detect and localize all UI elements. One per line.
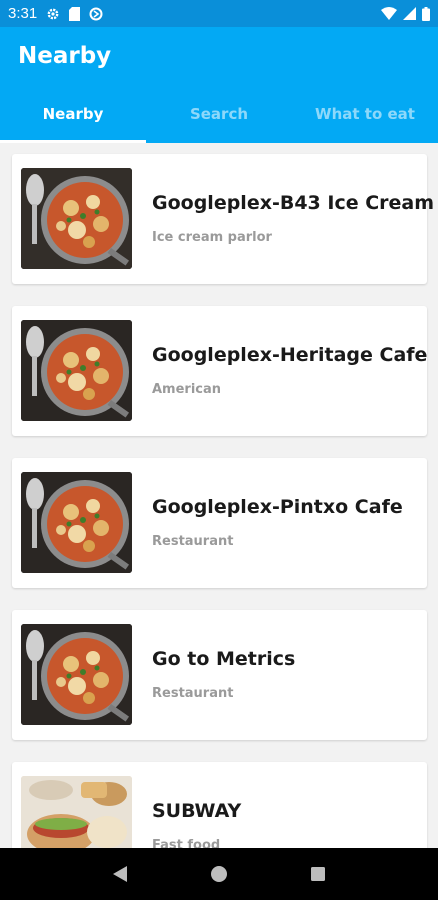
place-name: Go to Metrics bbox=[152, 648, 296, 670]
data-saver-icon bbox=[89, 7, 103, 21]
tab-what-to-eat[interactable]: What to eat bbox=[292, 85, 438, 143]
signal-icon bbox=[403, 7, 416, 20]
place-name: SUBWAY bbox=[152, 800, 242, 822]
status-bar: 3:31 bbox=[0, 0, 438, 27]
place-image bbox=[21, 624, 132, 725]
place-name: Googleplex-B43 Ice Cream bbox=[152, 192, 435, 214]
place-image bbox=[21, 776, 132, 848]
recents-icon[interactable] bbox=[303, 859, 333, 889]
place-category: Fast food bbox=[152, 838, 221, 848]
place-image bbox=[21, 320, 132, 421]
system-nav-bar bbox=[0, 848, 438, 900]
place-image bbox=[21, 472, 132, 573]
app-bar: Nearby Nearby Search What to eat bbox=[0, 27, 438, 143]
place-category: Ice cream parlor bbox=[152, 230, 272, 245]
place-card[interactable]: Googleplex-Heritage Cafe American bbox=[12, 306, 427, 436]
tab-search[interactable]: Search bbox=[146, 85, 292, 143]
place-card[interactable]: Googleplex-B43 Ice Cream Ice cream parlo… bbox=[12, 154, 434, 284]
place-card[interactable]: Googleplex-Pintxo Cafe Restaurant bbox=[12, 458, 427, 588]
place-card[interactable]: Go to Metrics Restaurant bbox=[12, 610, 427, 740]
places-list[interactable]: Googleplex-B43 Ice Cream Ice cream parlo… bbox=[0, 143, 438, 848]
place-card[interactable]: SUBWAY Fast food bbox=[12, 762, 427, 848]
place-category: Restaurant bbox=[152, 686, 234, 701]
place-name: Googleplex-Pintxo Cafe bbox=[152, 496, 403, 518]
settings-icon bbox=[46, 7, 60, 21]
wifi-icon bbox=[381, 7, 397, 20]
place-image bbox=[21, 168, 132, 269]
sd-card-icon bbox=[69, 6, 81, 21]
place-category: American bbox=[152, 382, 222, 397]
place-name: Googleplex-Heritage Cafe bbox=[152, 344, 428, 366]
place-category: Restaurant bbox=[152, 534, 234, 549]
back-icon[interactable] bbox=[105, 859, 135, 889]
tab-nearby[interactable]: Nearby bbox=[0, 85, 146, 143]
battery-icon bbox=[422, 6, 430, 21]
status-time: 3:31 bbox=[8, 5, 38, 22]
page-title: Nearby bbox=[18, 43, 112, 69]
tab-bar: Nearby Search What to eat bbox=[0, 85, 438, 143]
home-icon[interactable] bbox=[204, 859, 234, 889]
